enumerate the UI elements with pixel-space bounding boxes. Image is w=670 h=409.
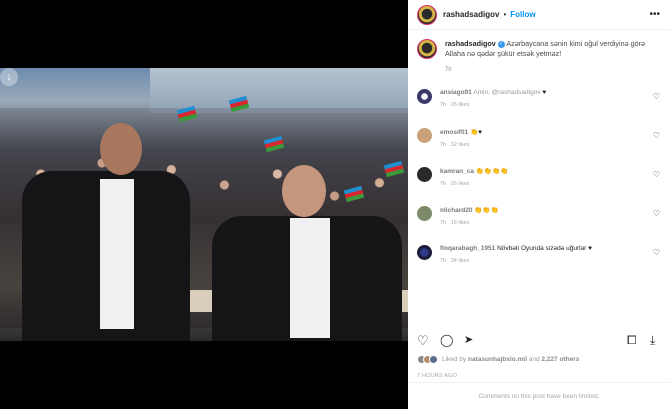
list-item: kamran_ca 👏👏👏👏 7h 26 likes ♡ bbox=[408, 167, 670, 206]
commenter-avatar[interactable] bbox=[417, 167, 432, 182]
like-comment-icon[interactable]: ♡ bbox=[653, 248, 660, 257]
person-left-head bbox=[100, 123, 142, 175]
separator-dot: • bbox=[503, 10, 507, 19]
comment-emoji: ♥ bbox=[588, 245, 593, 252]
list-item: ansiago91 Amin. @rashadsadigov ♥ 7h 26 l… bbox=[408, 89, 670, 128]
like-comment-icon[interactable]: ♡ bbox=[653, 209, 660, 218]
like-comment-icon[interactable]: ♡ bbox=[653, 170, 660, 179]
like-comment-icon[interactable]: ♡ bbox=[653, 92, 660, 101]
post-timestamp: 7 HOURS AGO bbox=[417, 373, 458, 379]
comment-age: 7h bbox=[440, 142, 447, 148]
post-header: rashadsadigov • Follow ••• bbox=[408, 0, 670, 30]
liked-by[interactable]: Liked by natasunhajbxio.mil and 2,227 ot… bbox=[417, 355, 579, 364]
post-photo bbox=[0, 68, 408, 341]
list-item: floqarabagh_1951 Növbəti Oyunda sizədə u… bbox=[408, 245, 670, 284]
comment-icon[interactable]: ◯ bbox=[440, 333, 453, 347]
liked-by-prefix: Liked by bbox=[442, 356, 467, 363]
comment-likes[interactable]: 32 likes bbox=[451, 142, 470, 148]
list-item: emosif01 👏♥ 7h 32 likes ♡ bbox=[408, 128, 670, 167]
person-right bbox=[212, 216, 402, 341]
liked-by-others[interactable]: 2,227 others bbox=[541, 356, 579, 363]
comment-text: Növbəti Oyunda sizədə uğurlar bbox=[497, 245, 587, 252]
commenter-avatar[interactable] bbox=[417, 89, 432, 104]
comment-emoji: 👏👏👏 bbox=[474, 207, 499, 214]
more-options-icon[interactable]: ••• bbox=[649, 9, 660, 20]
comment-age: 7h bbox=[440, 220, 447, 226]
caption-avatar[interactable] bbox=[417, 39, 437, 59]
comment-emoji: 👏👏👏👏 bbox=[475, 168, 509, 175]
comment-likes[interactable]: 26 likes bbox=[451, 181, 470, 187]
comment-text: Amin. @rashadsadigov bbox=[473, 89, 541, 96]
comment-likes[interactable]: 34 likes bbox=[451, 258, 470, 264]
like-icon[interactable]: ♡ bbox=[417, 333, 429, 349]
caption-username[interactable]: rashadsadigov bbox=[445, 39, 496, 48]
comment-username[interactable]: emosif01 bbox=[440, 129, 468, 136]
liked-by-and: and bbox=[528, 356, 540, 363]
download-icon[interactable]: ↓ bbox=[0, 68, 18, 86]
caption: rashadsadigov ✓ Azərbaycana sənin kimi o… bbox=[408, 31, 670, 73]
comment-emoji: 👏♥ bbox=[470, 129, 482, 136]
person-left bbox=[22, 171, 190, 341]
comments-limited-notice: Comments on this post have been limited. bbox=[408, 382, 670, 409]
comment-username[interactable]: kamran_ca bbox=[440, 168, 474, 175]
comment-age: 7h bbox=[440, 181, 447, 187]
commenter-avatar[interactable] bbox=[417, 128, 432, 143]
commenter-avatar[interactable] bbox=[417, 206, 432, 221]
comment-username[interactable]: nlichard20 bbox=[440, 207, 473, 214]
save-icon[interactable]: ⧠ bbox=[627, 333, 637, 348]
comment-age: 7h bbox=[440, 258, 447, 264]
post-media[interactable]: ↓ bbox=[0, 0, 408, 409]
commenter-avatar[interactable] bbox=[417, 245, 432, 260]
post-download-icon[interactable]: ⤓ bbox=[650, 333, 655, 348]
header-username[interactable]: rashadsadigov bbox=[443, 10, 499, 19]
avatar[interactable] bbox=[417, 4, 437, 25]
list-item: nlichard20 👏👏👏 7h 16 likes ♡ bbox=[408, 206, 670, 245]
post-panel: rashadsadigov • Follow ••• rashadsadigov… bbox=[408, 0, 670, 409]
verified-badge-icon: ✓ bbox=[497, 40, 505, 48]
comment-age: 7h bbox=[440, 102, 447, 108]
comment-username[interactable]: floqarabagh_1951 bbox=[440, 245, 495, 252]
comment-username[interactable]: ansiago91 bbox=[440, 89, 472, 96]
person-right-head bbox=[282, 165, 326, 217]
follow-button[interactable]: Follow bbox=[510, 10, 535, 19]
caption-text: rashadsadigov ✓ Azərbaycana sənin kimi o… bbox=[445, 39, 661, 59]
liker-avatar bbox=[429, 355, 438, 364]
post-actions: ♡ ◯ ➤ ⧠ ⤓ bbox=[408, 330, 670, 352]
comments-list[interactable]: rashadsadigov ✓ Azərbaycana sənin kimi o… bbox=[408, 31, 670, 321]
comment-likes[interactable]: 26 likes bbox=[451, 102, 470, 108]
caption-age: 7h bbox=[445, 67, 452, 73]
share-icon[interactable]: ➤ bbox=[464, 333, 473, 346]
comment-likes[interactable]: 16 likes bbox=[451, 220, 470, 226]
liked-by-user[interactable]: natasunhajbxio.mil bbox=[468, 356, 527, 363]
comment-emoji: ♥ bbox=[542, 89, 547, 96]
like-comment-icon[interactable]: ♡ bbox=[653, 131, 660, 140]
